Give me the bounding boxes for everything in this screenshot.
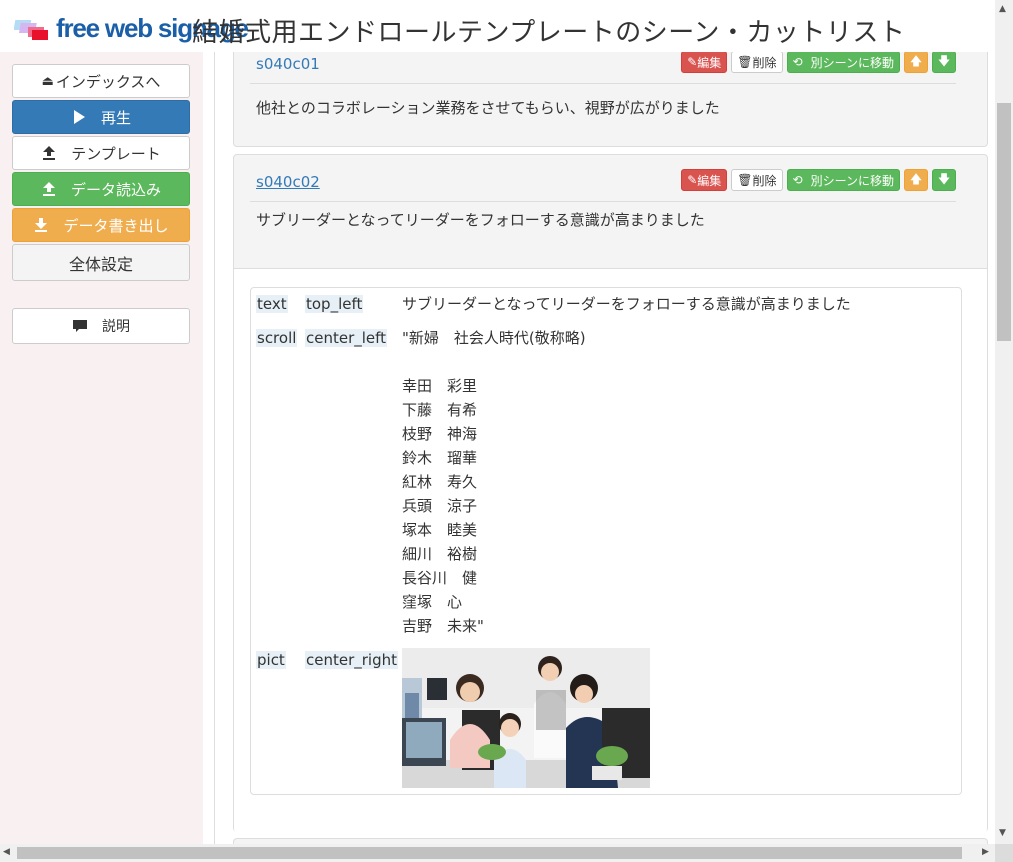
item-position: center_left (305, 329, 388, 347)
scroll-thumb[interactable] (997, 103, 1011, 341)
edit-label: 編集 (697, 55, 722, 70)
cut-actions: ✎ 編集 🗑 削除 ⟲ 別シーンに移動 🡅 🡇 (681, 52, 956, 73)
cut-header: s040c02 ✎ 編集 🗑 削除 ⟲ 別シーンに移動 🡅 🡇 (250, 167, 956, 202)
retweet-icon: ⟲ (792, 173, 803, 187)
arrow-up-icon: 🡅 (909, 171, 923, 186)
scroll-line: 下藤 有希 (402, 401, 478, 419)
help-button[interactable]: 説明 (12, 308, 190, 344)
play-icon (71, 110, 87, 124)
upload-icon (41, 182, 57, 196)
scroll-line: 吉野 未来" (402, 617, 484, 635)
page-title: 結婚式用エンドロールテンプレートのシーン・カットリスト (192, 18, 906, 48)
scroll-line: 窪塚 心 (402, 593, 463, 611)
cut-id-link[interactable]: s040c01 (256, 55, 320, 73)
edit-button[interactable]: ✎ 編集 (681, 169, 728, 191)
scroll-line: 塚本 睦美 (402, 521, 478, 539)
export-label: データ書き出し (63, 216, 169, 235)
office-photo (402, 648, 650, 788)
settings-button[interactable]: 全体設定 (12, 244, 190, 281)
scroll-left-icon[interactable]: ◀ (3, 847, 10, 857)
scroll-line: 枝野 神海 (402, 425, 478, 443)
item-type: scroll (256, 329, 298, 347)
horizontal-scrollbar[interactable]: ◀ ▶ (0, 844, 995, 862)
delete-button[interactable]: 🗑 削除 (731, 169, 783, 191)
move-down-button[interactable]: 🡇 (932, 169, 956, 191)
trash-icon: 🗑 (737, 173, 753, 187)
cut-actions: ✎ 編集 🗑 削除 ⟲ 別シーンに移動 🡅 🡇 (681, 169, 956, 191)
arrow-down-icon: 🡇 (937, 53, 951, 68)
index-button[interactable]: ⏏ インデックスへ (12, 64, 190, 98)
edit-label: 編集 (697, 173, 722, 188)
move-scene-button[interactable]: ⟲ 別シーンに移動 (786, 52, 900, 73)
template-button[interactable]: テンプレート (12, 136, 190, 170)
scroll-corner (995, 844, 1013, 862)
move-label: 別シーンに移動 (810, 173, 894, 188)
play-button[interactable]: 再生 (12, 100, 190, 134)
move-scene-button[interactable]: ⟲ 別シーンに移動 (786, 169, 900, 191)
settings-label: 全体設定 (68, 254, 133, 274)
scroll-line: 兵頭 涼子 (402, 497, 478, 515)
scroll-right-icon[interactable]: ▶ (982, 847, 989, 857)
arrow-down-icon: 🡇 (937, 171, 951, 186)
scroll-line (402, 350, 586, 374)
download-icon (33, 218, 49, 232)
item-type: pict (256, 651, 286, 669)
eject-icon: ⏏ (41, 73, 54, 89)
scroll-up-icon[interactable]: ▲ (999, 4, 1006, 14)
cut-card: s040c02 ✎ 編集 🗑 削除 ⟲ 別シーンに移動 🡅 🡇 サブリーダーとなってリ… (233, 154, 988, 833)
item-list: text top_left サブリーダーとなってリーダーをフォローする意識が高ま… (250, 287, 962, 795)
edit-button[interactable]: ✎ 編集 (681, 52, 728, 73)
cut-card: s040c01 ✎ 編集 🗑 削除 ⟲ 別シーンに移動 🡅 🡇 他社とのコラボレーショ… (233, 52, 988, 147)
index-label: インデックスへ (55, 72, 161, 91)
cut-header: s040c01 ✎ 編集 🗑 削除 ⟲ 別シーンに移動 🡅 🡇 (250, 52, 956, 84)
cut-detail: text top_left サブリーダーとなってリーダーをフォローする意識が高ま… (234, 268, 987, 833)
template-label: テンプレート (71, 144, 161, 163)
main-content: s040c01 ✎ 編集 🗑 削除 ⟲ 別シーンに移動 🡅 🡇 他社とのコラボレーショ… (214, 52, 996, 844)
scroll-line: 紅林 寿久 (402, 473, 478, 491)
import-button[interactable]: データ読込み (12, 172, 190, 206)
cut-text: サブリーダーとなってリーダーをフォローする意識が高まりました (256, 211, 705, 229)
header: free web signage 結婚式用エンドロールテンプレートのシーン・カッ… (0, 0, 995, 52)
arrow-up-icon: 🡅 (909, 53, 923, 68)
scroll-thumb[interactable] (17, 847, 962, 859)
vertical-scrollbar[interactable]: ▲ ▼ (995, 0, 1013, 844)
scroll-line: 細川 裕樹 (402, 545, 478, 563)
scroll-line: 長谷川 健 (402, 569, 478, 587)
cut-id-link[interactable]: s040c02 (256, 173, 320, 191)
sidebar: ⏏ インデックスへ 再生 テンプレート データ読込み データ書き出し 全体設定 … (0, 52, 203, 844)
upload-icon (41, 146, 57, 160)
move-up-button[interactable]: 🡅 (904, 52, 928, 73)
delete-label: 削除 (752, 55, 777, 70)
item-position: top_left (305, 295, 364, 313)
play-label: 再生 (100, 108, 131, 127)
pencil-icon: ✎ (687, 55, 698, 69)
import-label: データ読込み (70, 180, 161, 199)
item-value: サブリーダーとなってリーダーをフォローする意識が高まりました (402, 295, 851, 313)
item-type: text (256, 295, 288, 313)
retweet-icon: ⟲ (792, 55, 803, 69)
trash-icon: 🗑 (737, 55, 753, 69)
export-button[interactable]: データ書き出し (12, 208, 190, 242)
item-value: "新婦 社会人時代(敬称略) 幸田 彩里 下藤 有希 枝野 神海 鈴木 瑠華 紅… (402, 326, 586, 638)
cut-text: 他社とのコラボレーション業務をさせてもらい、視野が広がりました (256, 99, 720, 117)
pencil-icon: ✎ (687, 173, 698, 187)
delete-label: 削除 (752, 173, 777, 188)
scroll-line: "新婦 社会人時代(敬称略) (402, 329, 586, 347)
move-label: 別シーンに移動 (810, 55, 894, 70)
scroll-line: 幸田 彩里 (402, 377, 478, 395)
move-down-button[interactable]: 🡇 (932, 52, 956, 73)
comment-icon (72, 319, 88, 333)
logo-icon (14, 20, 48, 40)
item-position: center_right (305, 651, 399, 669)
delete-button[interactable]: 🗑 削除 (731, 52, 783, 73)
move-up-button[interactable]: 🡅 (904, 169, 928, 191)
scroll-line: 鈴木 瑠華 (402, 449, 478, 467)
scroll-down-icon[interactable]: ▼ (999, 828, 1006, 838)
help-label: 説明 (102, 319, 130, 335)
